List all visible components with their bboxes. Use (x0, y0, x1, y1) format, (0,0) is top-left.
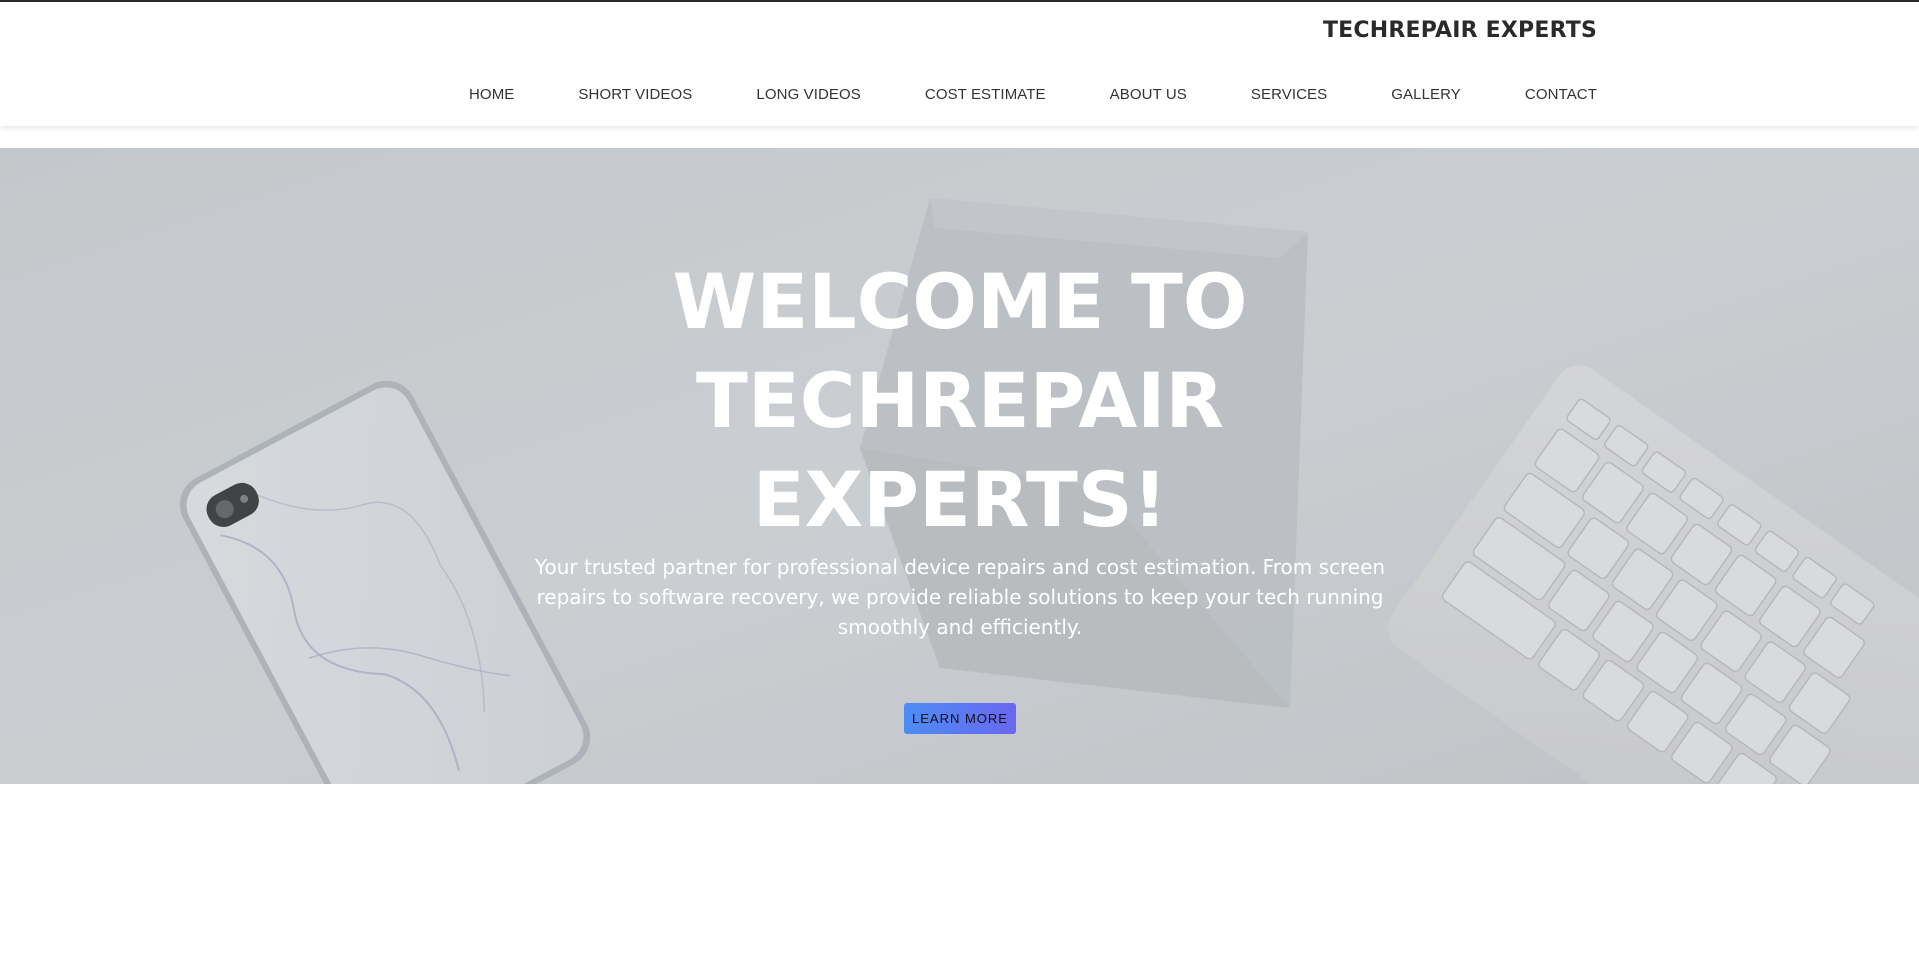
hero-title: WELCOME TO TECHREPAIR EXPERTS! (560, 252, 1360, 549)
hero-subtitle: Your trusted partner for professional de… (534, 555, 1386, 639)
nav-item-cost-estimate[interactable]: COST ESTIMATE (925, 86, 1046, 103)
site-header: TECHREPAIR EXPERTS HOME SHORT VIDEOS LON… (0, 2, 1919, 126)
main-nav: HOME SHORT VIDEOS LONG VIDEOS COST ESTIM… (469, 86, 1597, 103)
nav-item-contact[interactable]: CONTACT (1525, 86, 1597, 103)
site-brand[interactable]: TECHREPAIR EXPERTS (1323, 18, 1597, 43)
nav-item-services[interactable]: SERVICES (1251, 86, 1327, 103)
nav-item-short-videos[interactable]: SHORT VIDEOS (578, 86, 692, 103)
hero-title-line: EXPERTS! (752, 455, 1168, 544)
hero-title-line: TECHREPAIR (696, 356, 1224, 445)
nav-item-home[interactable]: HOME (469, 86, 514, 103)
hero-section: WELCOME TO TECHREPAIR EXPERTS! Your trus… (0, 148, 1919, 784)
nav-item-gallery[interactable]: GALLERY (1391, 86, 1461, 103)
hero-content: WELCOME TO TECHREPAIR EXPERTS! Your trus… (0, 148, 1919, 784)
nav-item-about-us[interactable]: ABOUT US (1110, 86, 1187, 103)
hero-title-line: WELCOME TO (672, 257, 1248, 346)
nav-item-long-videos[interactable]: LONG VIDEOS (756, 86, 860, 103)
learn-more-button[interactable]: LEARN MORE (904, 703, 1016, 734)
